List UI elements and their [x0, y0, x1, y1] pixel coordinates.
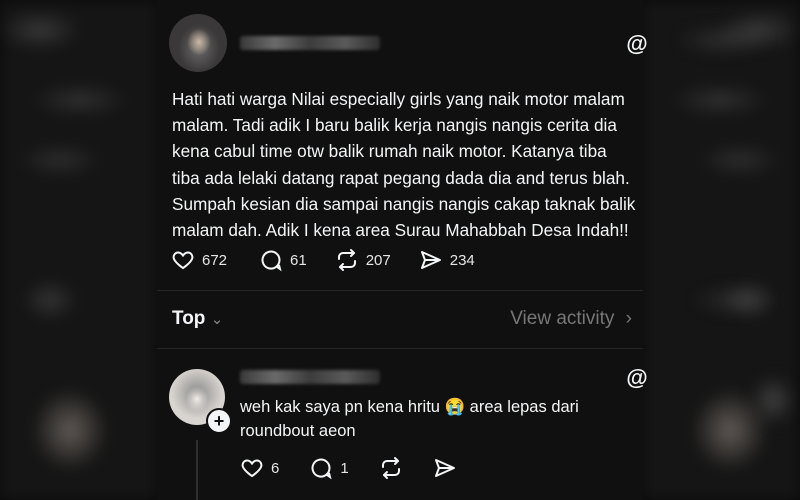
- reply-like-button[interactable]: 6: [240, 456, 279, 480]
- crying-emoji: 😭: [444, 398, 466, 416]
- reply-comment-button[interactable]: 1: [309, 456, 349, 480]
- post-text-line: Hati hati warga Nilai especially girls y…: [172, 89, 625, 109]
- comment-bubble-icon: [259, 248, 283, 272]
- comment-count: 61: [290, 251, 307, 269]
- post-author-username-blurred: [240, 36, 380, 50]
- comment-button[interactable]: 61: [259, 248, 307, 272]
- share-button[interactable]: 234: [419, 248, 475, 272]
- divider: [157, 348, 643, 349]
- post-action-bar: 672 61 207 234: [171, 248, 475, 272]
- post-text-line: Sumpah kesian dia sampai nangis nangis c…: [172, 193, 636, 214]
- like-button[interactable]: 672: [171, 248, 227, 272]
- threads-at-icon[interactable]: @: [626, 33, 648, 55]
- heart-icon: [240, 456, 264, 480]
- reply-text-line-1: weh kak saya pn kena hritu 😭 area lepas …: [240, 395, 640, 419]
- post-text-line: malam dah. Adik I kena area Surau Mahabb…: [172, 220, 629, 241]
- sort-label: Top: [172, 308, 206, 329]
- reply-body: weh kak saya pn kena hritu 😭 area lepas …: [240, 395, 640, 443]
- reply-author-username-blurred: [240, 370, 380, 384]
- blurred-background-left: [0, 0, 157, 500]
- reply-like-count: 6: [271, 459, 280, 477]
- blurred-background-right-detail: [643, 0, 800, 500]
- comment-bubble-icon: [309, 456, 333, 480]
- reply-text-line-2: roundbout aeon: [240, 422, 356, 440]
- heart-icon: [171, 248, 195, 272]
- reply-action-bar: 6 1: [240, 456, 457, 480]
- view-activity-label: View activity: [510, 308, 615, 329]
- divider: [157, 290, 643, 291]
- repost-icon: [379, 456, 403, 480]
- threads-at-icon[interactable]: @: [626, 367, 648, 389]
- view-activity-link[interactable]: View activity ›: [510, 308, 632, 330]
- post-text-line: tiba ada lelaki datang rapat pegang dada…: [172, 167, 630, 188]
- chevron-right-icon: ›: [625, 308, 632, 329]
- send-icon: [419, 248, 443, 272]
- reply-comment-count: 1: [340, 459, 349, 477]
- post-author-avatar[interactable]: [169, 14, 227, 72]
- post-body: Hati hati warga Nilai especially girls y…: [172, 86, 652, 243]
- reply-text: area lepas dari: [465, 398, 579, 416]
- share-count: 234: [449, 251, 475, 269]
- reply-text: weh kak saya pn kena hritu: [240, 398, 440, 416]
- thread-connector-line: [196, 440, 198, 500]
- reply-repost-button[interactable]: [379, 456, 403, 480]
- repost-icon: [335, 248, 359, 272]
- repost-count: 207: [365, 251, 391, 269]
- follow-plus-icon[interactable]: +: [206, 408, 232, 434]
- post-text-line: malam. Tadi adik I baru balik kerja nang…: [172, 115, 617, 136]
- reply-share-button[interactable]: [433, 456, 457, 480]
- repost-button[interactable]: 207: [335, 248, 391, 272]
- send-icon: [433, 456, 457, 480]
- like-count: 672: [202, 251, 228, 269]
- sort-dropdown[interactable]: Top ⌄: [172, 308, 223, 330]
- post-text-line: kena cabul time otw balik rumah naik mot…: [172, 141, 607, 162]
- chevron-down-icon: ⌄: [210, 311, 224, 328]
